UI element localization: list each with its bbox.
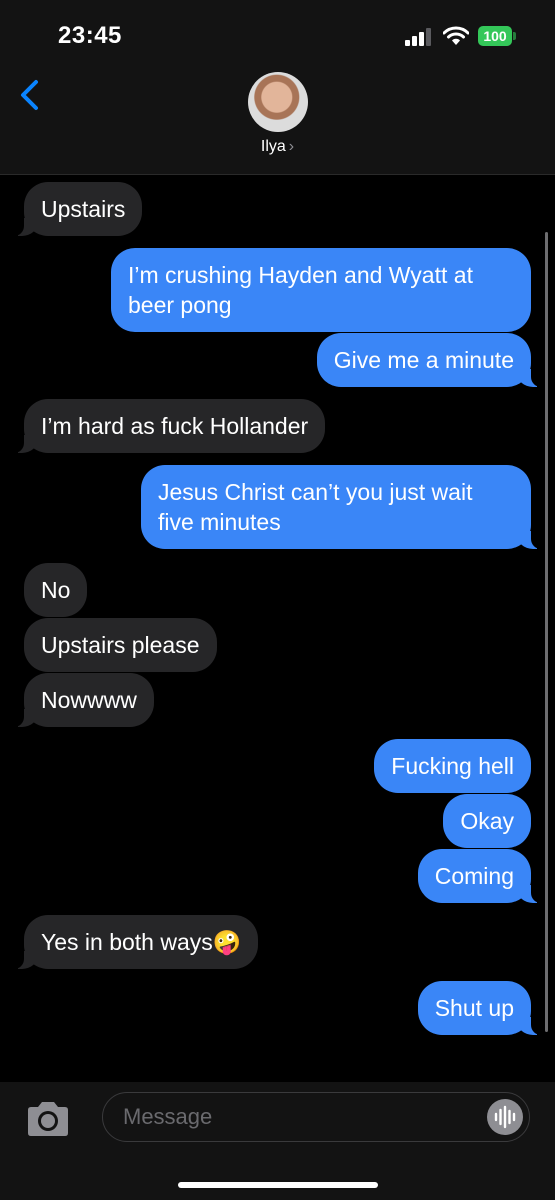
contact-name: Ilya bbox=[260, 138, 286, 155]
camera-icon[interactable] bbox=[24, 1099, 72, 1139]
home-indicator[interactable] bbox=[178, 1182, 378, 1188]
cellular-signal-icon bbox=[405, 28, 431, 46]
message-outgoing[interactable]: Give me a minute bbox=[316, 333, 542, 387]
message-outgoing[interactable]: Coming bbox=[417, 849, 542, 903]
message-incoming[interactable]: Nowwww bbox=[14, 673, 154, 727]
message-incoming[interactable]: Upstairs please bbox=[24, 618, 217, 672]
scrollbar[interactable] bbox=[545, 232, 548, 1032]
message-input[interactable]: Message bbox=[102, 1092, 530, 1142]
message-outgoing[interactable]: I’m crushing Hayden and Wyatt at beer po… bbox=[111, 248, 531, 332]
battery-level: 100 bbox=[478, 26, 512, 46]
message-incoming[interactable]: Upstairs bbox=[13, 182, 143, 236]
battery-icon: 100 bbox=[478, 26, 518, 46]
chevron-right-icon: › bbox=[288, 138, 295, 155]
message-placeholder: Message bbox=[123, 1104, 213, 1129]
message-incoming[interactable]: No bbox=[24, 563, 88, 617]
voice-message-button[interactable] bbox=[487, 1099, 523, 1135]
message-outgoing[interactable]: Shut up bbox=[417, 981, 542, 1035]
message-incoming[interactable]: Yes in both ways🤪 bbox=[13, 915, 259, 969]
status-time: 23:45 bbox=[58, 22, 122, 49]
status-bar: 23:45 100 bbox=[0, 0, 555, 70]
contact-avatar[interactable] bbox=[248, 72, 308, 132]
message-outgoing[interactable]: Fucking hell bbox=[374, 739, 531, 793]
message-outgoing[interactable]: Jesus Christ can’t you just wait five mi… bbox=[141, 465, 541, 549]
wifi-icon bbox=[443, 26, 469, 45]
message-thread[interactable]: Upstairs I’m crushing Hayden and Wyatt a… bbox=[0, 174, 555, 1082]
contact-name-button[interactable]: Ilya › bbox=[0, 138, 555, 156]
message-outgoing[interactable]: Okay bbox=[443, 794, 531, 848]
chevron-left-icon[interactable] bbox=[16, 78, 44, 112]
waveform-icon bbox=[494, 1105, 516, 1129]
message-incoming[interactable]: I’m hard as fuck Hollander bbox=[13, 399, 326, 453]
